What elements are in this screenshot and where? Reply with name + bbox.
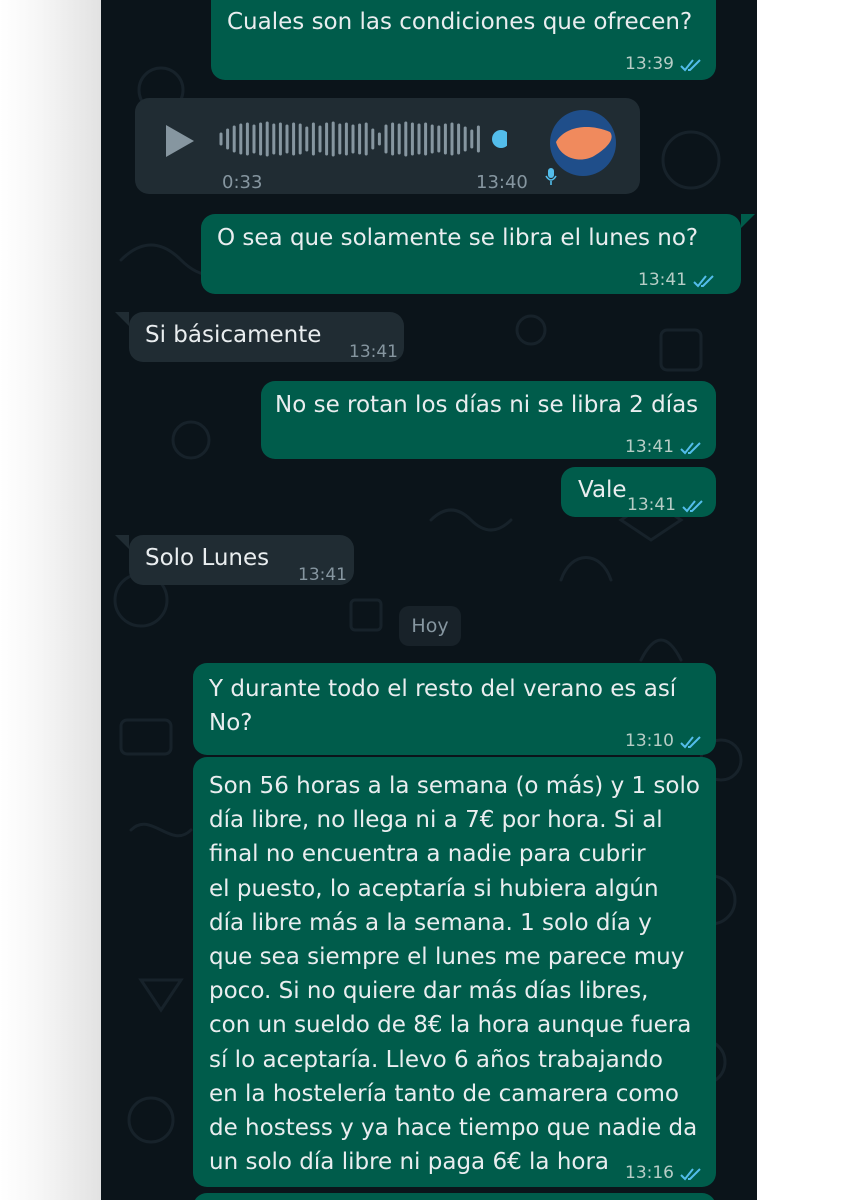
photo-right-margin [757, 0, 858, 1200]
message-text: Vale [578, 477, 627, 503]
message-text: O sea que solamente se libra el lunes no… [217, 225, 699, 251]
message-incoming[interactable]: Solo Lunes 13:41 [129, 535, 354, 585]
message-text-line: en la hostelería tanto de camarera como [209, 1080, 679, 1107]
message-incoming[interactable]: Si básicamente 13:41 [129, 312, 404, 362]
message-meta: 13:41 [627, 489, 704, 522]
message-text-line: sí lo aceptaría. Llevo 6 años trabajando [209, 1046, 663, 1073]
chat-area[interactable]: Cuales son las condiciones que ofrecen? … [101, 0, 757, 1200]
message-outgoing[interactable]: No se rotan los días ni se libra 2 días … [261, 381, 716, 459]
read-receipt-icon [680, 1167, 701, 1180]
message-time: 13:10 [625, 731, 674, 751]
message-time: 13:16 [625, 1163, 674, 1183]
message-text-line: Son 56 horas a la semana (o más) y 1 sol… [209, 773, 700, 799]
message-text-line: de hostess y ya hace tiempo que nadie da [209, 1115, 698, 1142]
voice-note-message[interactable]: 0:33 13:40 [135, 98, 640, 194]
message-text-line: Y durante todo el resto del verano es as… [209, 676, 677, 702]
read-receipt-icon [680, 58, 701, 71]
date-separator: Hoy [399, 606, 461, 646]
message-text: Cuales son las condiciones que ofrecen? [227, 9, 693, 35]
message-text-line: con un sueldo de 8€ la hora aunque fuera [209, 1012, 692, 1039]
message-time: 13:40 [476, 172, 528, 193]
message-time: 13:41 [638, 270, 687, 290]
message-meta: 13:10 [625, 725, 702, 758]
message-meta: 13:39 [625, 48, 702, 81]
read-receipt-icon [680, 441, 701, 454]
message-text-line: el puesto, lo aceptaría si hubiera algún [209, 875, 659, 902]
bubble-tail [115, 535, 129, 549]
message-outgoing[interactable]: Vale 13:41 [561, 467, 716, 517]
message-meta: 13:41 [625, 431, 702, 464]
microphone-icon [545, 168, 557, 185]
message-outgoing[interactable]: Son 56 horas a la semana (o más) y 1 sol… [193, 757, 716, 1187]
message-meta: 13:16 [625, 1157, 702, 1190]
read-receipt-icon [693, 274, 714, 287]
message-time: 13:41 [625, 437, 674, 457]
message-outgoing-partial[interactable] [193, 1193, 716, 1200]
photo-left-margin [0, 0, 101, 1200]
message-time: 13:41 [627, 495, 676, 515]
message-text-line: día libre más a la semana. 1 solo día y [209, 909, 652, 936]
read-receipt-icon [682, 499, 703, 512]
voice-duration: 0:33 [222, 172, 263, 193]
message-time: 13:41 [349, 342, 398, 362]
message-text-line: No? [209, 710, 253, 736]
message-text-line: día libre, no llega ni a 7€ por hora. Si… [209, 807, 663, 834]
message-outgoing[interactable]: Y durante todo el resto del verano es as… [193, 663, 716, 755]
message-text: Son 56 horas a la semana (o más) y 1 sol… [209, 769, 714, 1179]
message-text: No se rotan los días ni se libra 2 días [275, 392, 699, 418]
message-text: Si básicamente [145, 322, 322, 348]
bubble-tail [115, 312, 129, 326]
play-icon[interactable] [164, 123, 196, 159]
avatar [550, 110, 616, 176]
message-time: 13:41 [298, 565, 347, 585]
message-text-line: poco. Si no quiere dar más días libres, [209, 978, 649, 1005]
message-text-line: final no encuentra a nadie para cubrir [209, 841, 646, 868]
bubble-tail [741, 214, 755, 228]
voice-waveform[interactable] [217, 118, 507, 158]
message-meta: 13:41 [638, 264, 715, 297]
read-receipt-icon [680, 735, 701, 748]
message-text: Solo Lunes [145, 545, 270, 571]
avatar-redaction-scribble [556, 127, 612, 160]
message-text-line: que sea siempre el lunes me parece muy [209, 944, 685, 971]
message-outgoing[interactable]: O sea que solamente se libra el lunes no… [201, 214, 741, 294]
message-outgoing[interactable]: Cuales son las condiciones que ofrecen? … [211, 0, 716, 80]
message-time: 13:39 [625, 54, 674, 74]
